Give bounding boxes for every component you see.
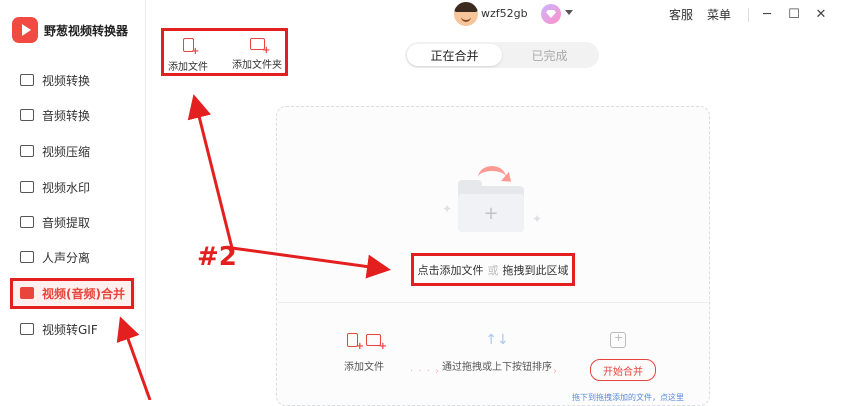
annotation-arrow [187, 94, 234, 249]
step-merge [610, 330, 626, 350]
video-convert-icon [20, 74, 34, 86]
start-merge-button[interactable]: 开始合并 [590, 359, 656, 381]
step-connector: · · · › [410, 366, 441, 377]
tab-merging[interactable]: 正在合并 [407, 44, 502, 66]
divider [278, 302, 708, 303]
vip-diamond-icon[interactable] [541, 4, 561, 24]
annotation-label: #2 [197, 242, 237, 272]
username[interactable]: wzf52gb [481, 7, 528, 20]
step-label: 添加文件 [344, 362, 384, 373]
divider [748, 8, 749, 22]
voice-separate-icon [20, 251, 34, 263]
annotation-box-dropzone [411, 253, 575, 286]
sidebar: 野葱视频转换器 视频转换 音频转换 视频压缩 视频水印 音频提取 人声分离 视频… [0, 0, 146, 400]
folder-icon: + [458, 180, 524, 232]
minimize-button[interactable]: ─ [757, 4, 777, 24]
sidebar-item-audio-extract[interactable]: 音频提取 [10, 208, 136, 236]
gif-icon [20, 323, 34, 335]
sidebar-item-label: 音频转换 [42, 108, 91, 123]
sparkle-icon: ✦ [442, 202, 453, 216]
tab-completed[interactable]: 已完成 [502, 44, 597, 66]
merge-icon [610, 331, 626, 348]
step-sort: ↑↓ 通过拖拽或上下按钮排序 [442, 330, 552, 373]
chevron-down-icon[interactable] [565, 10, 573, 15]
file-icon [347, 333, 364, 352]
sidebar-item-label: 视频转换 [42, 73, 91, 88]
menu-link[interactable]: 菜单 [707, 6, 731, 23]
maximize-button[interactable]: ☐ [784, 4, 804, 24]
avatar[interactable] [454, 2, 478, 26]
step-connector: › [553, 366, 558, 377]
audio-extract-icon [20, 216, 34, 228]
folder-icon [366, 334, 387, 352]
sidebar-item-label: 视频压缩 [42, 144, 91, 159]
close-button[interactable]: ✕ [811, 4, 831, 24]
sidebar-item-video-compress[interactable]: 视频压缩 [10, 137, 136, 165]
app-title: 野葱视频转换器 [44, 24, 129, 38]
sidebar-item-video-convert[interactable]: 视频转换 [10, 66, 136, 94]
sort-arrows-icon: ↑↓ [485, 332, 509, 348]
annotation-box-toolbar [161, 28, 288, 76]
sidebar-item-gif[interactable]: 视频转GIF [10, 315, 136, 343]
sidebar-item-watermark[interactable]: 视频水印 [10, 173, 136, 201]
sidebar-item-label: 视频转GIF [42, 322, 98, 337]
sidebar-item-label: 视频水印 [42, 180, 91, 195]
audio-convert-icon [20, 109, 34, 121]
watermark-icon [20, 181, 34, 193]
step-add-files: 添加文件 [344, 330, 387, 373]
sparkle-icon: ✦ [532, 212, 543, 226]
customer-service-link[interactable]: 客服 [669, 6, 693, 23]
status-tabs: 正在合并 已完成 [405, 42, 599, 68]
annotation-box-merge [10, 278, 134, 309]
sidebar-item-label: 音频提取 [42, 215, 91, 230]
sidebar-item-label: 人声分离 [42, 250, 91, 265]
sidebar-item-voice-separate[interactable]: 人声分离 [10, 243, 136, 271]
hint-link[interactable]: 拖下到拖拽添加的文件，点这里 [572, 392, 684, 403]
sidebar-item-audio-convert[interactable]: 音频转换 [10, 101, 136, 129]
step-label: 通过拖拽或上下按钮排序 [442, 362, 552, 373]
video-compress-icon [20, 145, 34, 157]
app-logo-icon [12, 17, 38, 43]
folder-plus: + [458, 194, 524, 232]
